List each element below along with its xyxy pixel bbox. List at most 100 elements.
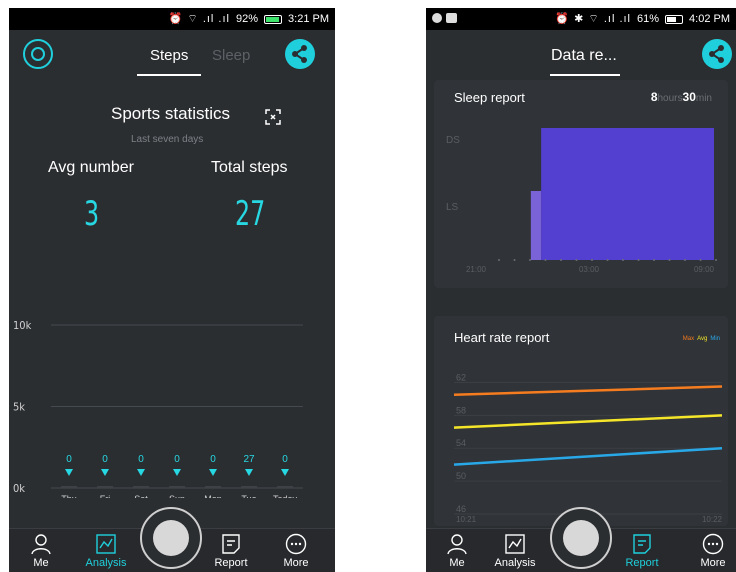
x-tick-label: 10:22 (702, 515, 723, 524)
axis-dot (668, 259, 671, 261)
stats-title: Sports statistics (111, 104, 231, 123)
top-bar: Steps Sleep (9, 30, 335, 80)
marker (137, 469, 145, 476)
share-icon[interactable] (285, 39, 315, 69)
y-tick-label: 62 (456, 372, 466, 382)
bottom-nav: Me Analysis Report More (9, 507, 335, 572)
notification-icons (432, 13, 457, 23)
sleep-report-card[interactable]: Sleep report 8hours30min DS LS 21:00 03:00 0… (434, 80, 728, 288)
sync-icon[interactable] (23, 39, 53, 69)
series-line (453, 446, 723, 466)
phone-screen-report: ⏰ ✱ ⌔ .ıl .ıl 61% 4:02 PM Data re... Sle… (426, 8, 736, 572)
sleep-minutes: 30 (682, 90, 696, 104)
steps-bar-chart: 0k 5k 10k 0 Thu 0 Fri 0 Sat 0 Sun 0 Mon 27 Tue 0 Today (13, 319, 303, 498)
nav-me[interactable]: Me (16, 533, 66, 569)
sleep-report-title: Sleep report (454, 90, 525, 105)
nav-analysis-label: Analysis (494, 557, 536, 569)
nav-more[interactable]: More (271, 533, 321, 569)
nav-me[interactable]: Me (432, 533, 482, 569)
bar (241, 486, 257, 488)
tab-sleep[interactable]: Sleep (212, 47, 250, 64)
x-tick-label: 21:00 (466, 265, 487, 274)
x-tick-label: 09:00 (694, 265, 715, 274)
series-line (453, 414, 723, 429)
axis-dot (684, 259, 686, 261)
avg-number-value: 3 (84, 194, 100, 234)
axis-dot (498, 259, 500, 261)
axis-dot (544, 259, 547, 261)
x-tick-label: Fri (100, 494, 111, 498)
total-steps-label: Total steps (211, 159, 288, 176)
y-tick-label: 54 (456, 438, 466, 448)
logo-icon (563, 520, 599, 556)
axis-dot (575, 259, 578, 261)
sleep-minutes-unit: min (695, 93, 712, 104)
axis-dot (529, 259, 531, 261)
sleep-chart: DS LS 21:00 03:00 09:00 (446, 128, 717, 274)
analysis-icon (96, 534, 116, 554)
stats-subtitle: Last seven days (131, 134, 204, 145)
phone-screen-steps: ⏰ ⌔ .ıl .ıl 92% 3:21 PM Steps Sleep Spor… (9, 8, 335, 572)
nav-report[interactable]: Report (617, 533, 667, 569)
bar (133, 486, 149, 488)
axis-dot (715, 259, 717, 261)
x-tick-label: Sun (169, 494, 185, 498)
person-icon (31, 534, 51, 555)
tab-data-report[interactable]: Data re... (551, 47, 617, 65)
report-icon (633, 534, 651, 554)
more-icon (702, 533, 724, 555)
axis-dot (591, 259, 593, 261)
sleep-segment (530, 191, 542, 260)
nav-analysis-label: Analysis (85, 557, 127, 569)
data-label: 0 (102, 454, 108, 465)
nav-more-label: More (283, 557, 309, 569)
clock: 4:02 PM (689, 13, 730, 25)
tab-steps[interactable]: Steps (150, 47, 188, 64)
heart-rate-title: Heart rate report (454, 330, 550, 345)
center-action-button[interactable] (140, 507, 202, 569)
x-tick-label: Thu (61, 494, 77, 498)
nav-more[interactable]: More (688, 533, 736, 569)
x-tick-label: Mon (204, 494, 222, 498)
clock: 3:21 PM (288, 13, 329, 25)
data-label: 0 (138, 454, 144, 465)
y-tick-label: 10k (13, 319, 32, 332)
status-bar: ⏰ ⌔ .ıl .ıl 92% 3:21 PM (9, 8, 335, 30)
nav-report-label: Report (625, 557, 659, 569)
nav-analysis[interactable]: Analysis (490, 533, 540, 569)
x-tick-label: 03:00 (579, 265, 600, 274)
x-tick-label: Tue (241, 494, 256, 498)
axis-dot (513, 259, 516, 261)
avg-number-label: Avg number (48, 159, 134, 176)
marker (245, 469, 253, 476)
x-tick-label: 10:21 (456, 515, 477, 524)
nav-report[interactable]: Report (206, 533, 256, 569)
analysis-icon (505, 534, 525, 554)
marker (209, 469, 217, 476)
nav-analysis[interactable]: Analysis (81, 533, 131, 569)
heart-legend: Max Avg Min (683, 336, 720, 342)
legend-max: Max (682, 336, 695, 342)
y-tick-label: LS (446, 202, 459, 213)
tab-indicator (137, 74, 201, 76)
legend-avg: Avg (697, 336, 708, 342)
notification-app-icon (446, 13, 457, 23)
total-steps-value: 27 (235, 194, 266, 234)
notification-dot-icon (432, 13, 442, 23)
share-icon[interactable] (702, 39, 732, 69)
y-tick-label: 5k (13, 401, 25, 414)
status-icons: ⏰ ✱ ⌔ .ıl .ıl (555, 13, 631, 25)
bar (277, 486, 293, 488)
bar (97, 486, 113, 488)
marker (65, 469, 73, 476)
bar (205, 486, 221, 488)
heart-rate-card[interactable]: Heart rate report Max Avg Min 46 50 54 58 62… (434, 316, 728, 526)
status-icons: ⏰ ⌔ .ıl .ıl (168, 13, 230, 25)
expand-icon[interactable] (264, 108, 282, 126)
sleep-hours: 8 (650, 90, 658, 104)
data-label: 0 (174, 454, 180, 465)
y-tick-label: DS (446, 135, 460, 146)
sleep-duration: 8hours30min (651, 90, 712, 104)
center-action-button[interactable] (550, 507, 612, 569)
axis-dot (622, 259, 624, 261)
